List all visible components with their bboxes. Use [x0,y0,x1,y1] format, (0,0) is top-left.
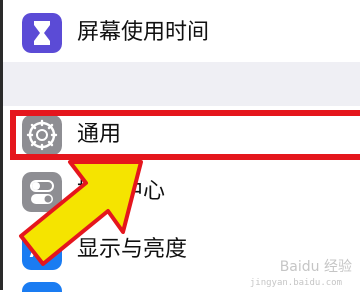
annotation-arrow-icon [19,160,143,266]
watermark-text: Baidu 经验 [279,259,352,275]
watermark-url: jingyan.baidu.com [249,278,342,288]
